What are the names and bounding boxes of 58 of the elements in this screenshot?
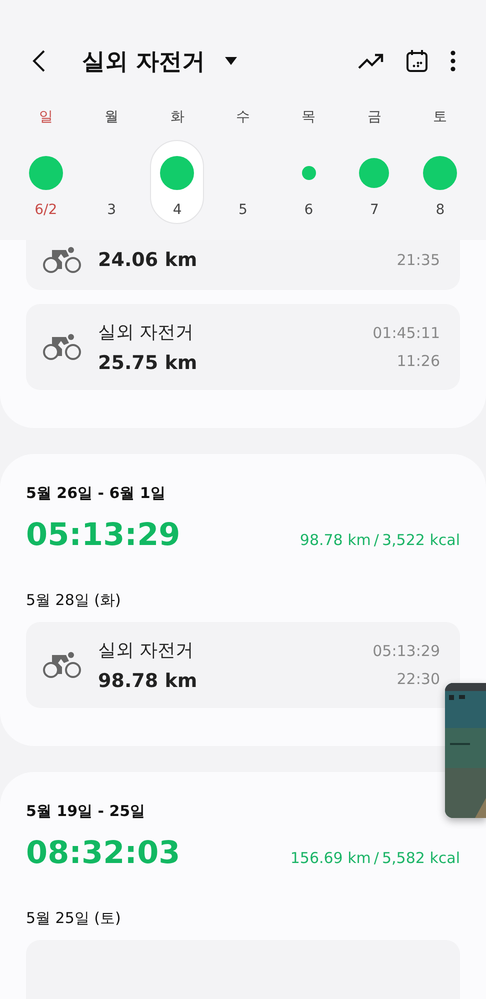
separator: / — [374, 849, 379, 867]
separator: / — [374, 531, 379, 549]
workout-duration: 05:13:29 — [372, 642, 440, 660]
total-duration: 05:13:29 — [26, 517, 180, 553]
dropdown-icon[interactable] — [225, 57, 238, 65]
cycling-icon — [42, 651, 82, 679]
weekday-label: 수 — [236, 108, 250, 127]
trend-icon[interactable] — [358, 52, 384, 70]
weekday-label: 토 — [433, 108, 448, 127]
weekday-label: 금 — [367, 108, 382, 127]
weekday-label: 일 — [38, 108, 53, 127]
back-icon[interactable] — [32, 49, 46, 73]
weekday-label: 목 — [302, 108, 316, 127]
day-item[interactable]: 월 3 — [84, 92, 138, 224]
date-label: 6/2 — [34, 202, 58, 218]
date-label: 6 — [304, 202, 314, 218]
day-item[interactable]: 수 5 — [216, 92, 270, 224]
date-label: 3 — [107, 202, 116, 218]
day-item[interactable]: 일 6/2 — [19, 92, 73, 224]
workout-distance: 25.75 km — [98, 352, 198, 374]
total-distance: 156.69 km — [290, 849, 371, 867]
date-label: 8 — [436, 202, 445, 218]
workout-distance: 24.06 km — [98, 249, 198, 271]
workout-time: 21:35 — [396, 251, 440, 269]
activity-dot — [302, 166, 316, 180]
week-range: 5월 19일 - 25일 — [26, 802, 146, 821]
workout-time: 22:30 — [396, 670, 440, 688]
workout-card[interactable]: 24.06 km 21:35 — [26, 240, 460, 290]
workout-time: 11:26 — [396, 352, 440, 370]
workout-name: 실외 자전거 — [98, 321, 195, 344]
activity-dot — [423, 156, 458, 190]
total-duration: 08:32:03 — [26, 835, 180, 871]
cycling-icon — [42, 333, 82, 361]
weekday-label: 화 — [170, 108, 184, 127]
calendar-icon[interactable] — [406, 49, 428, 73]
cycling-icon — [42, 246, 82, 274]
page-title: 실외 자전거 — [82, 48, 206, 76]
day-item[interactable]: 토 8 — [413, 92, 468, 224]
date-label: 7 — [370, 202, 379, 218]
workout-name: 실외 자전거 — [98, 639, 195, 662]
activity-dot — [28, 156, 63, 190]
activity-dot — [359, 158, 390, 188]
total-calories: 5,582 kcal — [382, 849, 460, 867]
more-icon[interactable] — [450, 50, 456, 72]
total-calories: 3,522 kcal — [382, 531, 460, 549]
workout-card[interactable]: 실외 자전거 98.78 km 05:13:29 22:30 — [26, 622, 460, 708]
week-range: 5월 26일 - 6월 1일 — [26, 484, 166, 503]
weekday-label: 월 — [104, 108, 119, 127]
workout-duration: 01:45:11 — [372, 324, 440, 342]
day-item[interactable]: 목 6 — [282, 92, 336, 224]
day-item[interactable]: 금 7 — [348, 92, 402, 224]
date-label: 5 — [238, 202, 248, 218]
workout-card[interactable]: 실외 자전거 25.75 km 01:45:11 11:26 — [26, 304, 460, 390]
day-date: 5월 25일 (토) — [26, 909, 122, 928]
workout-distance: 98.78 km — [98, 670, 198, 692]
date-label: 4 — [172, 202, 182, 218]
total-distance: 98.78 km — [300, 531, 371, 549]
day-date: 5월 28일 (화) — [26, 591, 122, 610]
